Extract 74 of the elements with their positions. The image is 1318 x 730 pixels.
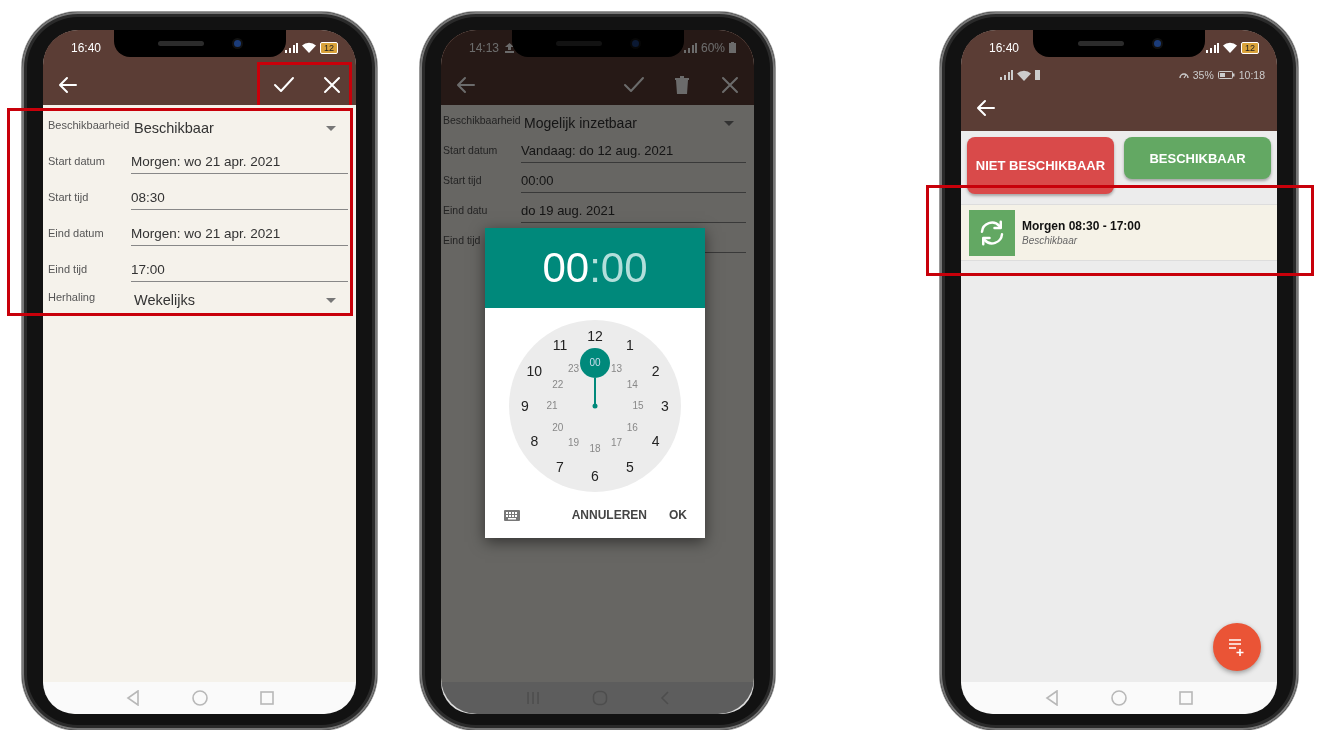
clock-number[interactable]: 4 [651,434,660,448]
front-camera [234,40,241,47]
field-label: Herhaling [48,291,96,303]
dialog-button[interactable]: ANNULEREN [565,504,653,526]
battery-percent: 60% [700,40,725,55]
time-separator: : [589,244,601,292]
battery-indicator: 12 [1241,41,1259,54]
sim-icon [1035,70,1040,80]
back-triangle-icon[interactable] [1045,690,1059,706]
home-circle-icon[interactable] [1111,690,1127,706]
item-subtitle: Beschikbaar [1022,235,1079,246]
wifi-icon [302,42,316,53]
clock-number[interactable]: 11 [552,338,568,353]
battery-percent: 35% [1192,69,1214,81]
recents-square-icon[interactable] [259,691,274,705]
signal-icon [999,70,1013,80]
speaker-grille [158,41,204,46]
input-field[interactable]: 17:00 [131,262,348,282]
status-time: 14:13 [469,40,500,55]
clock-number[interactable]: 10 [526,364,543,378]
recents-square-icon[interactable] [1179,691,1193,705]
speaker-grille [1077,41,1124,46]
clock-number[interactable]: 1 [626,338,634,353]
status-time: 16:40 [71,40,102,55]
field-label: Eind datu [443,204,488,216]
dropdown-caret-icon [724,120,734,126]
signal-icon [682,42,697,53]
clock-number[interactable]: 8 [530,434,539,448]
availability-list-item[interactable]: Morgen 08:30 - 17:00 Beschikbaar [961,204,1277,261]
field-label: Start datum [48,155,105,167]
list-add-icon [1227,637,1247,657]
upload-icon [505,42,515,53]
input-field[interactable]: Morgen: wo 21 apr. 2021 [131,154,348,174]
clock-hand [592,375,598,409]
clock-number[interactable]: 9 [521,399,529,413]
clock-number[interactable]: 6 [591,469,599,483]
status-time: 16:40 [989,40,1020,55]
signal-icon [1205,42,1219,53]
status-clock: 10:18 [1238,69,1265,81]
wifi-icon [1223,42,1237,53]
battery-indicator: 12 [320,41,338,54]
field-label: Eind tijd [443,234,481,246]
field-label: Eind datum [48,227,104,239]
back-triangle-icon[interactable] [125,690,140,706]
battery-icon [1217,71,1235,79]
battery-icon [729,42,736,53]
input-field[interactable]: 08:30 [131,190,348,210]
field-label: Beschikbaarheid [48,119,130,131]
item-title: Morgen 08:30 - 17:00 [1022,219,1141,233]
field-label: Start datum [443,144,498,156]
dropdown-caret-icon [326,297,336,303]
dropdown-field[interactable]: Wekelijks [131,292,348,310]
front-camera [632,40,639,47]
input-field[interactable]: Morgen: wo 21 apr. 2021 [131,226,348,246]
clock-number[interactable]: 12 [587,329,603,343]
clock-number[interactable]: 3 [661,399,669,413]
field-label: Beschikbaarheid [443,114,521,126]
dropdown-caret-icon [326,125,336,131]
speed-gauge-icon [1178,70,1189,80]
dialog-button[interactable]: OK [663,504,693,526]
dropdown-field[interactable]: Beschikbaar [131,120,348,138]
field-label: Start tijd [48,191,89,203]
keyboard-icon[interactable] [504,509,520,521]
front-camera [1153,40,1161,47]
clock-number[interactable]: 2 [651,364,660,378]
wifi-icon [1017,69,1031,81]
field-label: Start tijd [443,174,482,186]
field-label: Eind tijd [48,263,88,275]
availability-button[interactable]: NIET BESCHIKBAAR [967,137,1114,194]
clock-number[interactable]: 5 [626,459,634,474]
hours-display[interactable]: 00 [542,244,590,292]
signal-icon [284,42,298,53]
clock-number[interactable]: 7 [556,459,564,474]
home-circle-icon[interactable] [191,690,208,706]
